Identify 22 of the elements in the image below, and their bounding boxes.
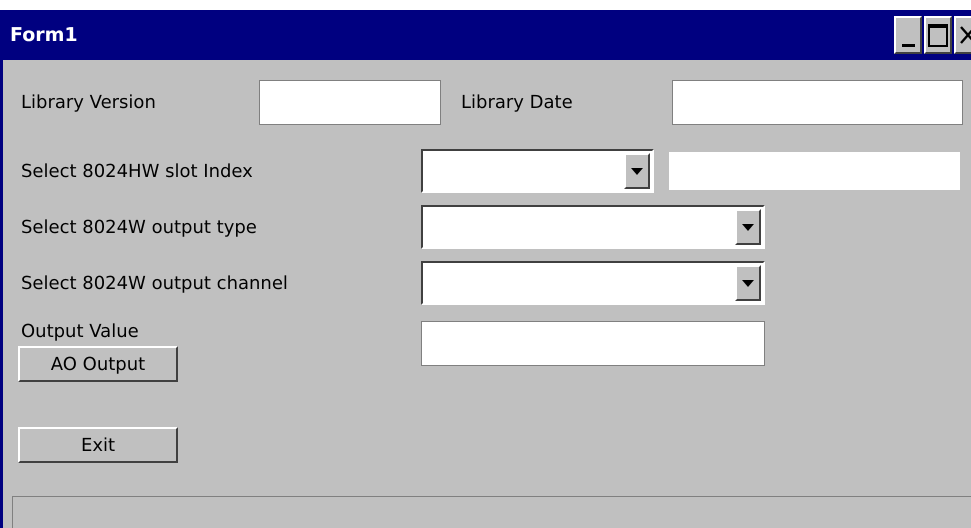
caret-icon <box>631 168 643 174</box>
input-field[interactable] <box>421 321 765 366</box>
minimize-button[interactable] <box>894 16 922 54</box>
exit-button[interactable]: Exit <box>18 427 178 463</box>
field-label: Output Value <box>20 321 140 342</box>
field-label: Select 8024W output channel <box>20 272 289 294</box>
input-field[interactable] <box>672 80 963 125</box>
caret-icon <box>742 224 754 230</box>
minimize-icon <box>902 44 914 47</box>
field-label: Library Date <box>460 92 574 113</box>
maximize-icon <box>928 23 948 47</box>
window-title: Form1 <box>10 24 78 46</box>
dropdown[interactable] <box>421 205 765 249</box>
ao-output-button[interactable]: AO Output <box>18 346 178 382</box>
maximize-button[interactable] <box>924 16 952 54</box>
input-field[interactable] <box>259 80 441 125</box>
dropdown[interactable] <box>421 261 765 305</box>
field-label: Select 8024W output type <box>20 216 258 238</box>
caret-icon <box>742 280 754 286</box>
field-label: Select 8024HW slot Index <box>20 160 254 182</box>
dropdown[interactable] <box>421 149 654 193</box>
field-label: Library Version <box>20 92 157 113</box>
